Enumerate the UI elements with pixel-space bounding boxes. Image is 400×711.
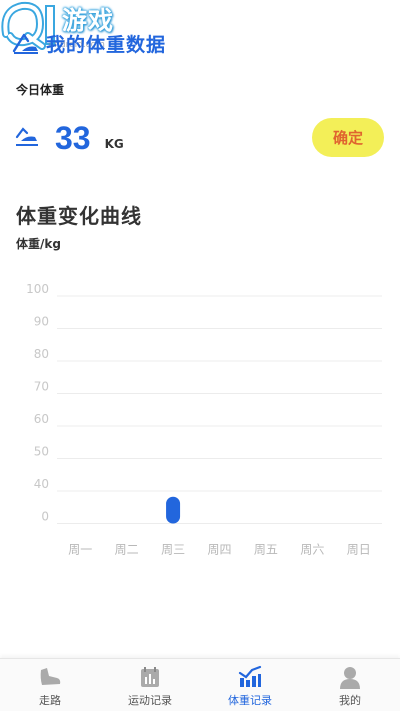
page-title: 我的体重数据: [46, 33, 167, 56]
user-icon: [336, 664, 364, 690]
weight-unit: KG: [104, 137, 124, 151]
nav-label-weight-log: 体重记录: [228, 694, 272, 707]
nav-label-exercise-log: 运动记录: [128, 694, 172, 707]
y-tick-label: 0: [41, 510, 49, 524]
nav-item-walk[interactable]: 走路: [0, 659, 100, 711]
shoe-icon: [36, 664, 64, 690]
weight-chart: 100 90 80 70 60 50 40 0 周一 周二 周三 周四 周五 周六 周日: [26, 282, 382, 557]
today-weight-row: 33 KG 确定: [14, 118, 384, 158]
x-tick-label: 周一: [68, 543, 92, 557]
confirm-button[interactable]: 确定: [312, 118, 384, 157]
x-tick-label: 周六: [300, 543, 324, 557]
chart-y-axis-label: 体重/kg: [16, 237, 61, 251]
today-weight-label: 今日体重: [16, 83, 65, 97]
nav-label-me: 我的: [339, 694, 361, 707]
bar-chart-icon: [236, 664, 264, 690]
y-tick-label: 60: [34, 412, 49, 426]
x-tick-label: 周四: [207, 543, 231, 557]
y-tick-label: 90: [34, 315, 49, 329]
nav-label-walk: 走路: [39, 694, 61, 707]
y-tick-label: 70: [34, 380, 49, 394]
page-header: 我的体重数据: [10, 27, 166, 59]
weight-value[interactable]: 33: [55, 120, 91, 157]
scale-icon: [14, 125, 40, 151]
y-tick-label: 40: [34, 477, 49, 491]
bottom-nav: 走路 运动记录 体重记录 我的: [0, 658, 400, 711]
x-tick-label: 周二: [115, 543, 139, 557]
chart-title: 体重变化曲线: [16, 204, 142, 228]
x-tick-label: 周三: [161, 543, 185, 557]
chart-bar: [166, 496, 181, 524]
x-tick-label: 周日: [347, 543, 371, 557]
y-tick-label: 80: [34, 347, 49, 361]
nav-item-exercise-log[interactable]: 运动记录: [100, 659, 200, 711]
nav-item-me[interactable]: 我的: [300, 659, 400, 711]
y-tick-label: 50: [34, 445, 49, 459]
nav-item-weight-log[interactable]: 体重记录: [200, 659, 300, 711]
app-screen: 游戏 Android.com 我的体重数据 今日体重 33 KG 确定 体重变化…: [0, 0, 400, 711]
x-tick-label: 周五: [254, 543, 278, 557]
weight-scale-icon: [10, 30, 42, 56]
calendar-icon: [136, 664, 164, 690]
y-tick-label: 100: [26, 282, 49, 296]
